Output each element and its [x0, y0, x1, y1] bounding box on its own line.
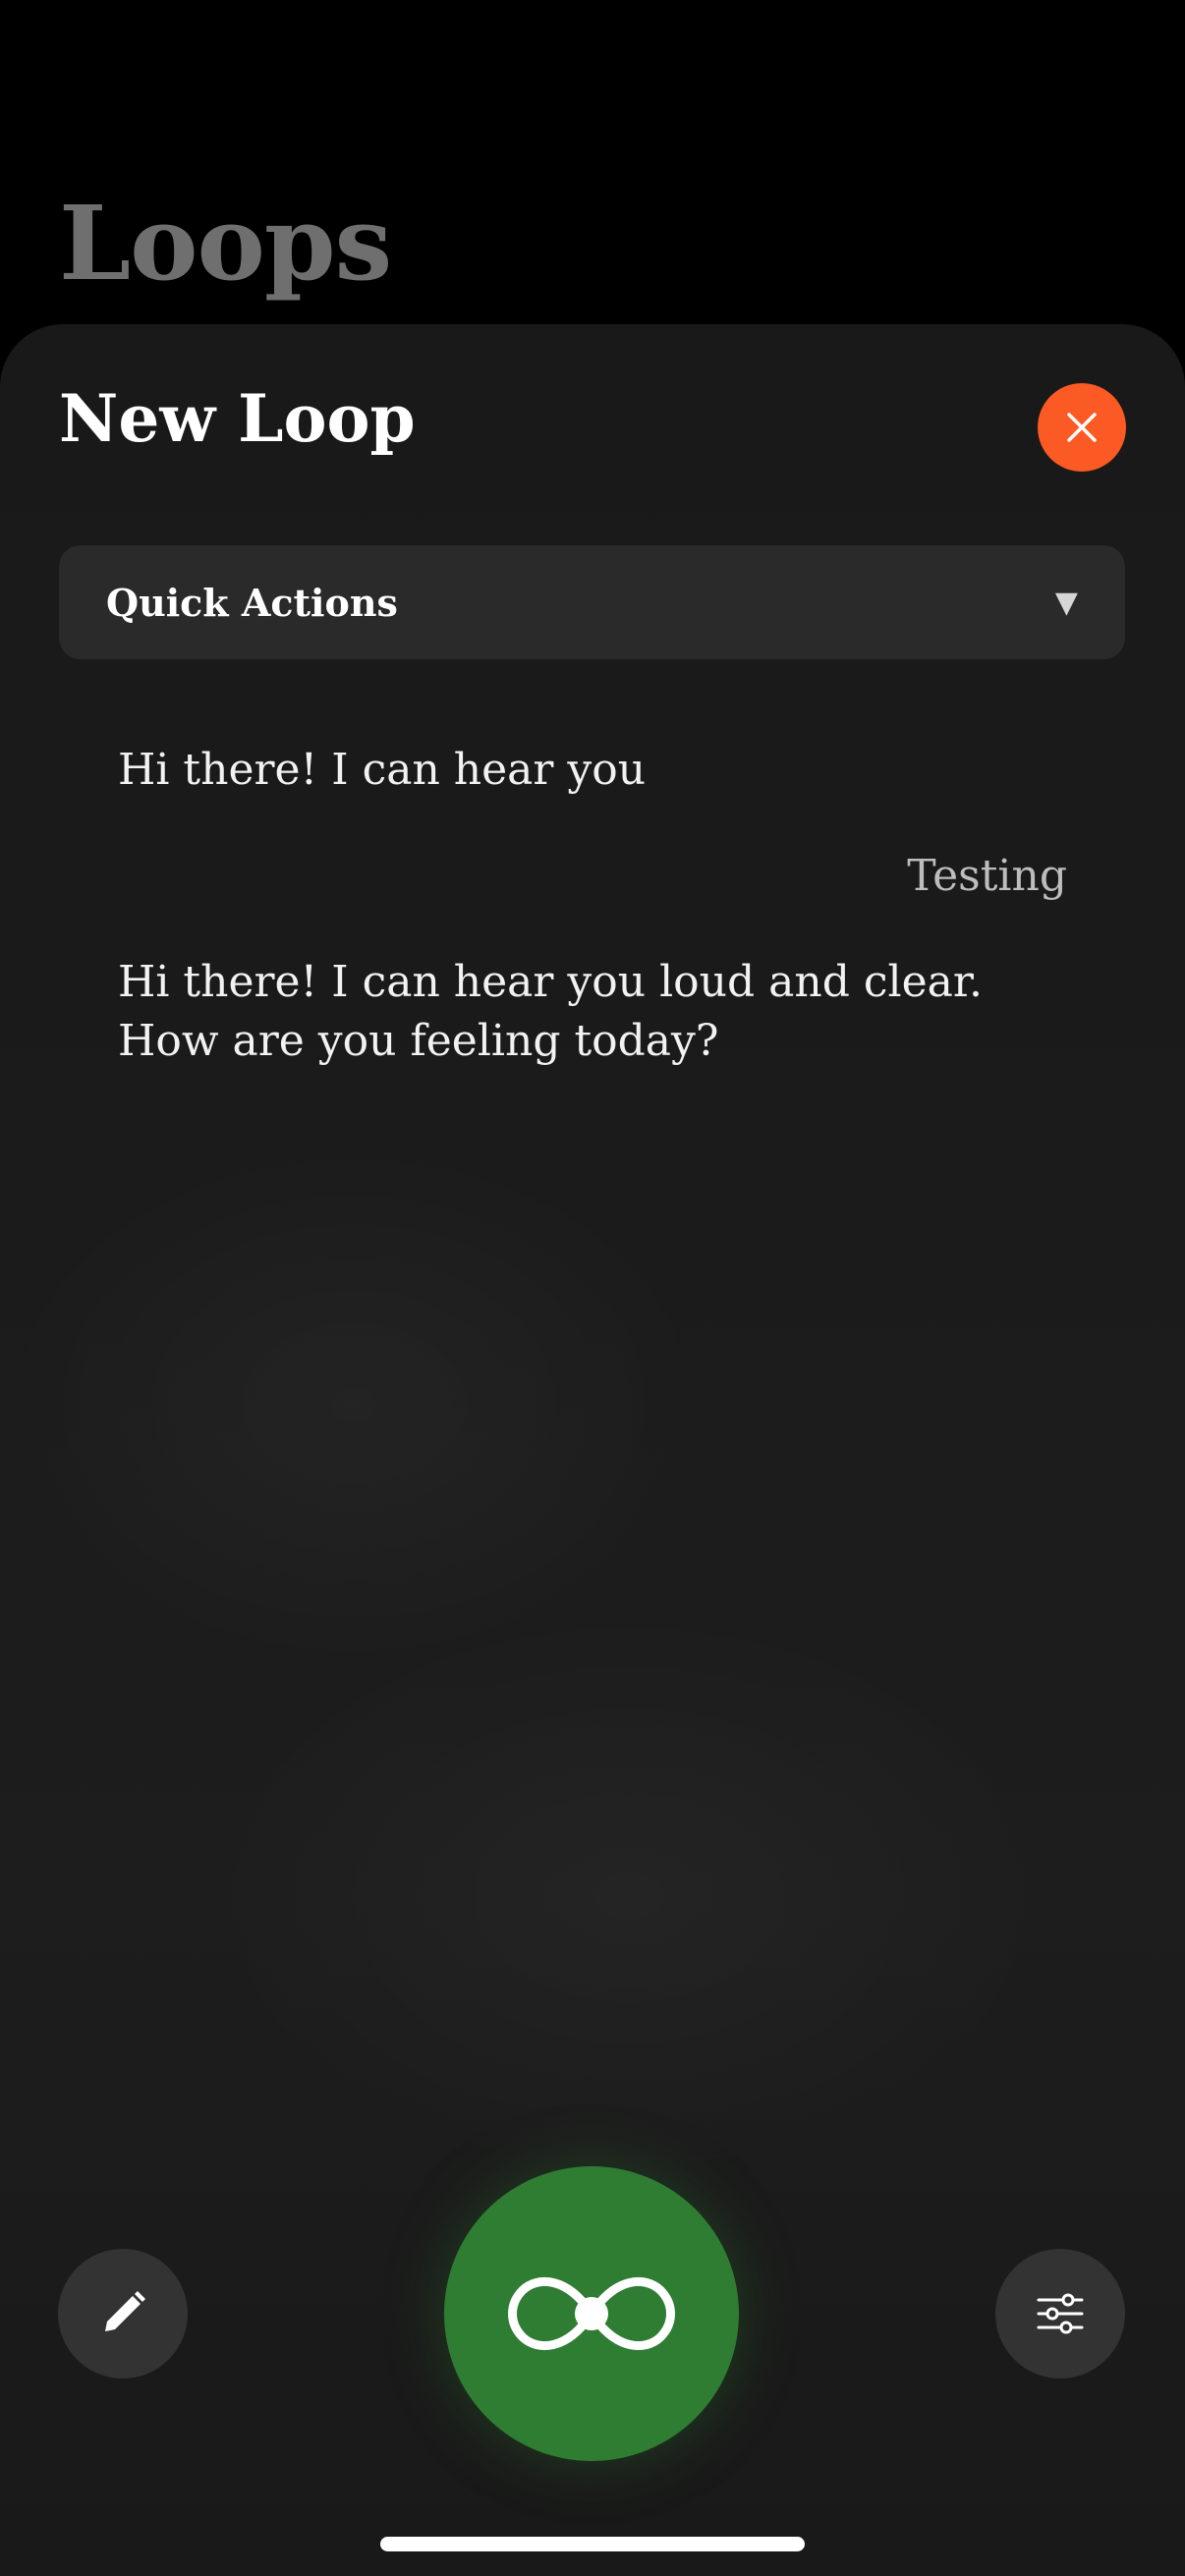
close-icon: [1067, 413, 1097, 442]
assistant-message: Hi there! I can hear you: [118, 745, 647, 795]
sheet-title: New Loop: [59, 380, 416, 457]
loops-page-title: Loops: [59, 183, 392, 304]
chevron-down-icon: ▼: [1054, 585, 1078, 620]
user-message: Testing: [907, 851, 1067, 901]
pencil-icon: [105, 2291, 145, 2331]
loop-infinity-icon: [508, 2276, 675, 2351]
sliders-icon: [1037, 2293, 1084, 2334]
quick-actions-label: Quick Actions: [106, 580, 398, 625]
assistant-message: Hi there! I can hear you loud and clear.…: [118, 957, 984, 1066]
screen: Loops New Loop Quick Actions ▼ Hi there!…: [0, 0, 1185, 2576]
close-button[interactable]: [1038, 383, 1126, 472]
edit-button[interactable]: [58, 2249, 188, 2379]
new-loop-sheet: New Loop Quick Actions ▼ Hi there! I can…: [0, 324, 1185, 2576]
settings-button[interactable]: [995, 2249, 1125, 2379]
home-indicator[interactable]: [380, 2537, 805, 2551]
quick-actions-dropdown[interactable]: Quick Actions ▼: [59, 545, 1125, 659]
start-loop-button[interactable]: [444, 2166, 739, 2461]
